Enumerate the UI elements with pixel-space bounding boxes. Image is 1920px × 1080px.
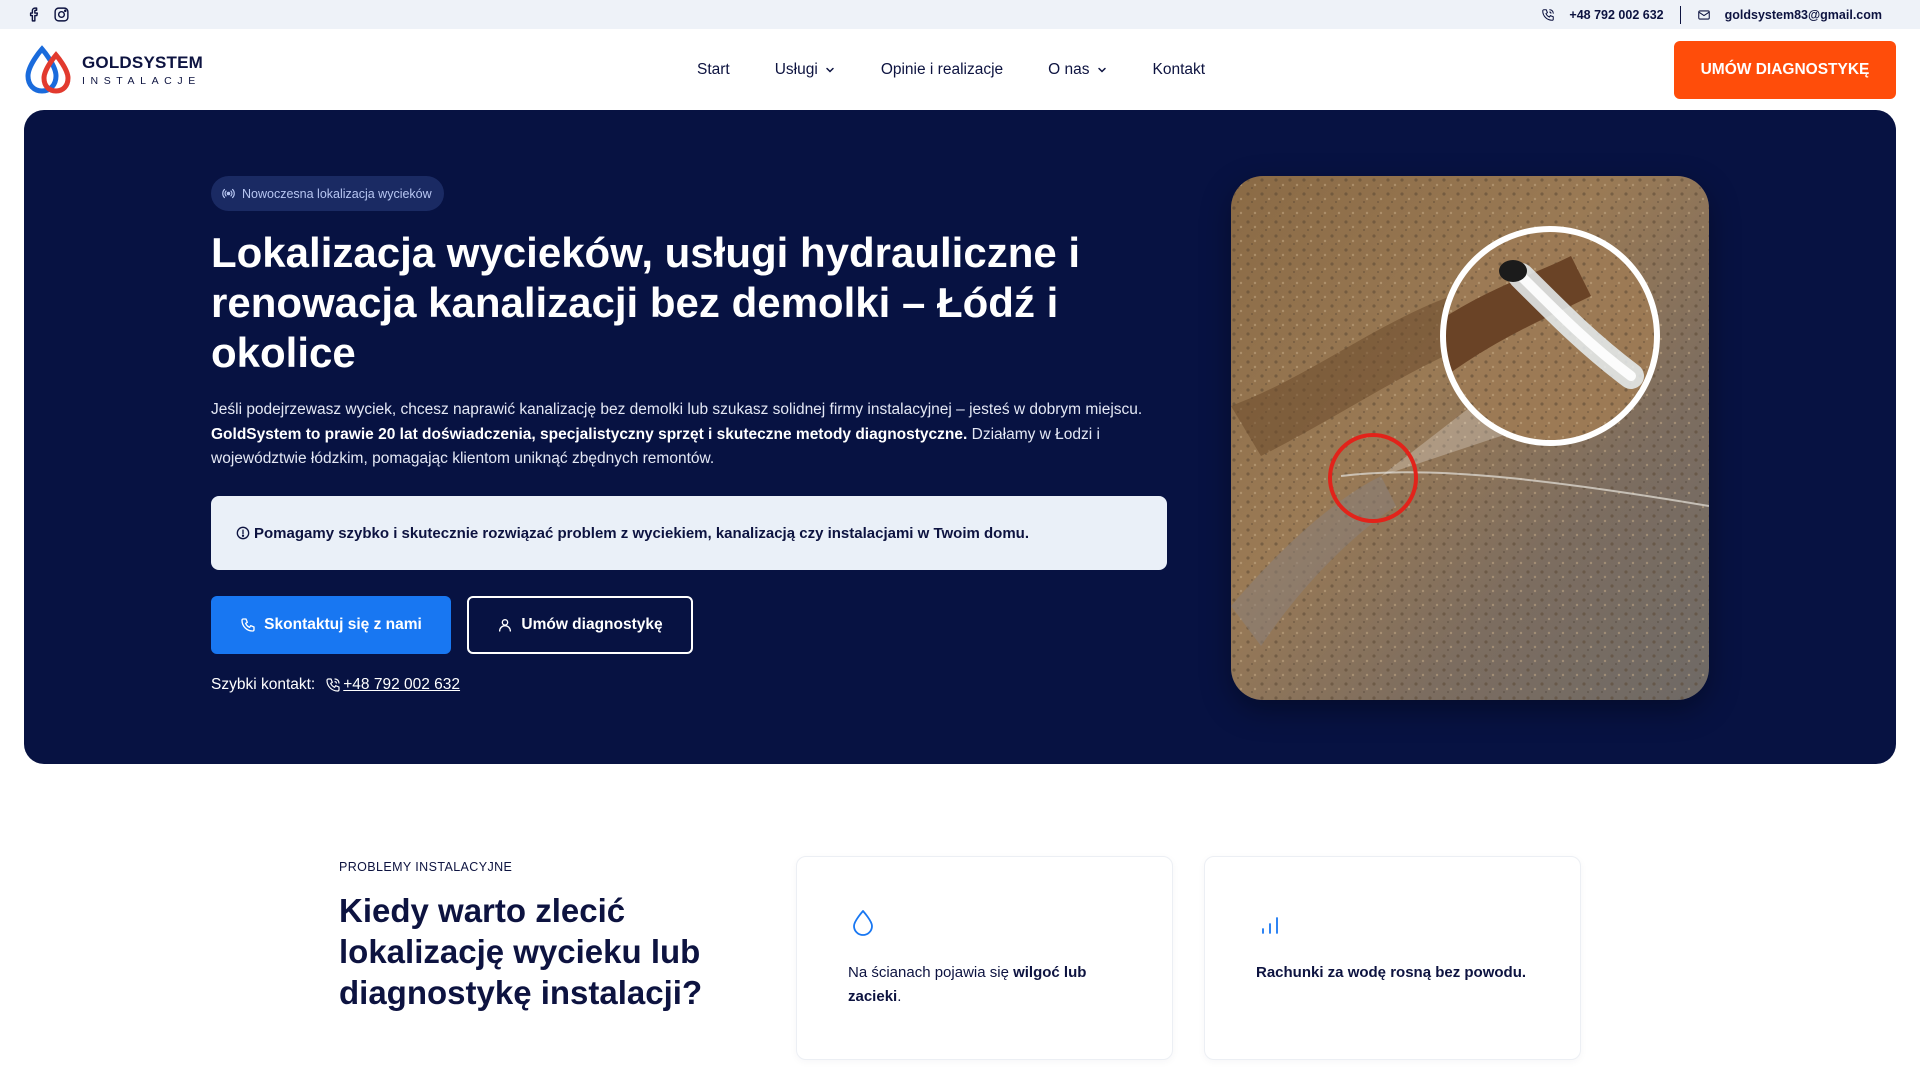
problem-card-text: Na ścianach pojawia się wilgoć lub zacie…: [848, 961, 1138, 1009]
nav-label: Usługi: [774, 60, 818, 78]
nav-item-kontakt[interactable]: Kontakt: [1153, 61, 1206, 79]
card-text-plain: Na ścianach pojawia się: [848, 964, 1014, 981]
hero-lead-text: Jeśli podejrzewasz wyciek, chcesz napraw…: [211, 401, 1143, 418]
mail-icon: [1697, 9, 1710, 20]
section-title: Kiedy warto zlecić lokalizację wycieku l…: [339, 892, 703, 1011]
signal-icon: [222, 188, 235, 199]
hero-badge: Nowoczesna lokalizacja wycieków: [211, 176, 444, 211]
nav-item-start[interactable]: Start: [697, 61, 730, 79]
info-notice: Pomagamy szybko i skutecznie rozwiązać p…: [211, 496, 1167, 570]
user-icon: [499, 619, 512, 632]
hero-lead-highlight: GoldSystem to prawie 20 lat doświadczeni…: [211, 425, 968, 443]
nav-item-uslugi[interactable]: Usługi: [775, 61, 836, 79]
nav-label: Kontakt: [1152, 60, 1206, 78]
phone-icon: [326, 678, 340, 692]
facebook-icon[interactable]: [26, 6, 43, 23]
leak-detection-photo: [1231, 176, 1709, 700]
quick-contact-label: Szybki kontakt:: [211, 676, 316, 693]
droplet-icon: [853, 910, 873, 936]
phone-icon: [1542, 8, 1555, 21]
nav-item-opinie[interactable]: Opinie i realizacje: [881, 61, 1003, 79]
topbar-contact: +48 792 002 632 goldsystem83@gmail.com: [1541, 0, 1882, 29]
nav-label: Opinie i realizacje: [880, 60, 1004, 78]
section-eyebrow: PROBLEMY INSTALACYJNE: [339, 860, 513, 874]
topbar-email[interactable]: goldsystem83@gmail.com: [1725, 8, 1882, 22]
book-diagnostics-label: Umów diagnostykę: [521, 616, 663, 633]
book-diagnostics-button[interactable]: UMÓW DIAGNOSTYKĘ: [1674, 41, 1896, 99]
instagram-icon[interactable]: [53, 6, 70, 23]
info-icon: [236, 526, 250, 540]
nav-label: Start: [697, 60, 730, 78]
logo-subtitle: INSTALACJE: [82, 74, 201, 87]
hero-badge-label: Nowoczesna lokalizacja wycieków: [242, 186, 432, 201]
hero-section: Nowoczesna lokalizacja wycieków Lokaliza…: [24, 110, 1896, 764]
nav-item-o-nas[interactable]: O nas: [1048, 61, 1107, 79]
phone-icon: [241, 618, 255, 632]
problem-card-text: Rachunki za wodę rosną bez powodu.: [1256, 961, 1546, 985]
logo-title: GOLDSYSTEM: [82, 52, 204, 72]
nav-label: O nas: [1048, 60, 1090, 78]
top-utility-bar: +48 792 002 632 goldsystem83@gmail.com: [0, 0, 1920, 29]
problem-card: Rachunki za wodę rosną bez powodu.: [1204, 856, 1581, 1060]
hero-lead: Jeśli podejrzewasz wyciek, chcesz napraw…: [211, 398, 1196, 472]
quick-contact: Szybki kontakt: +48 792 002 632: [211, 676, 460, 694]
logo-drops-icon: [25, 45, 71, 94]
contact-us-button[interactable]: Skontaktuj się z nami: [211, 596, 451, 654]
problem-card: Na ścianach pojawia się wilgoć lub zacie…: [796, 856, 1173, 1060]
logo[interactable]: GOLDSYSTEM INSTALACJE: [24, 45, 203, 95]
divider: [1679, 5, 1681, 24]
book-diagnostics-secondary-button[interactable]: Umów diagnostykę: [467, 596, 693, 654]
card-text-highlight: Rachunki za wodę rosną bez powodu.: [1256, 964, 1527, 981]
chevron-down-icon: [1097, 67, 1106, 73]
site-header: GOLDSYSTEM INSTALACJE Start Usługi Opini…: [0, 29, 1920, 110]
leak-photo-illustration: [1231, 176, 1709, 700]
quick-contact-phone-link[interactable]: +48 792 002 632: [343, 676, 460, 694]
main-nav: Start Usługi Opinie i realizacje O nas K…: [697, 29, 1250, 110]
card-text-plain: .: [897, 988, 902, 1005]
social-links: [26, 6, 70, 23]
contact-us-label: Skontaktuj się z nami: [264, 616, 422, 633]
info-notice-text: Pomagamy szybko i skutecznie rozwiązać p…: [254, 524, 1030, 542]
topbar-phone[interactable]: +48 792 002 632: [1569, 8, 1663, 22]
hero-title: Lokalizacja wycieków, usługi hydrauliczn…: [211, 229, 1081, 376]
chevron-down-icon: [826, 67, 834, 73]
bar-chart-icon: [1262, 917, 1278, 934]
